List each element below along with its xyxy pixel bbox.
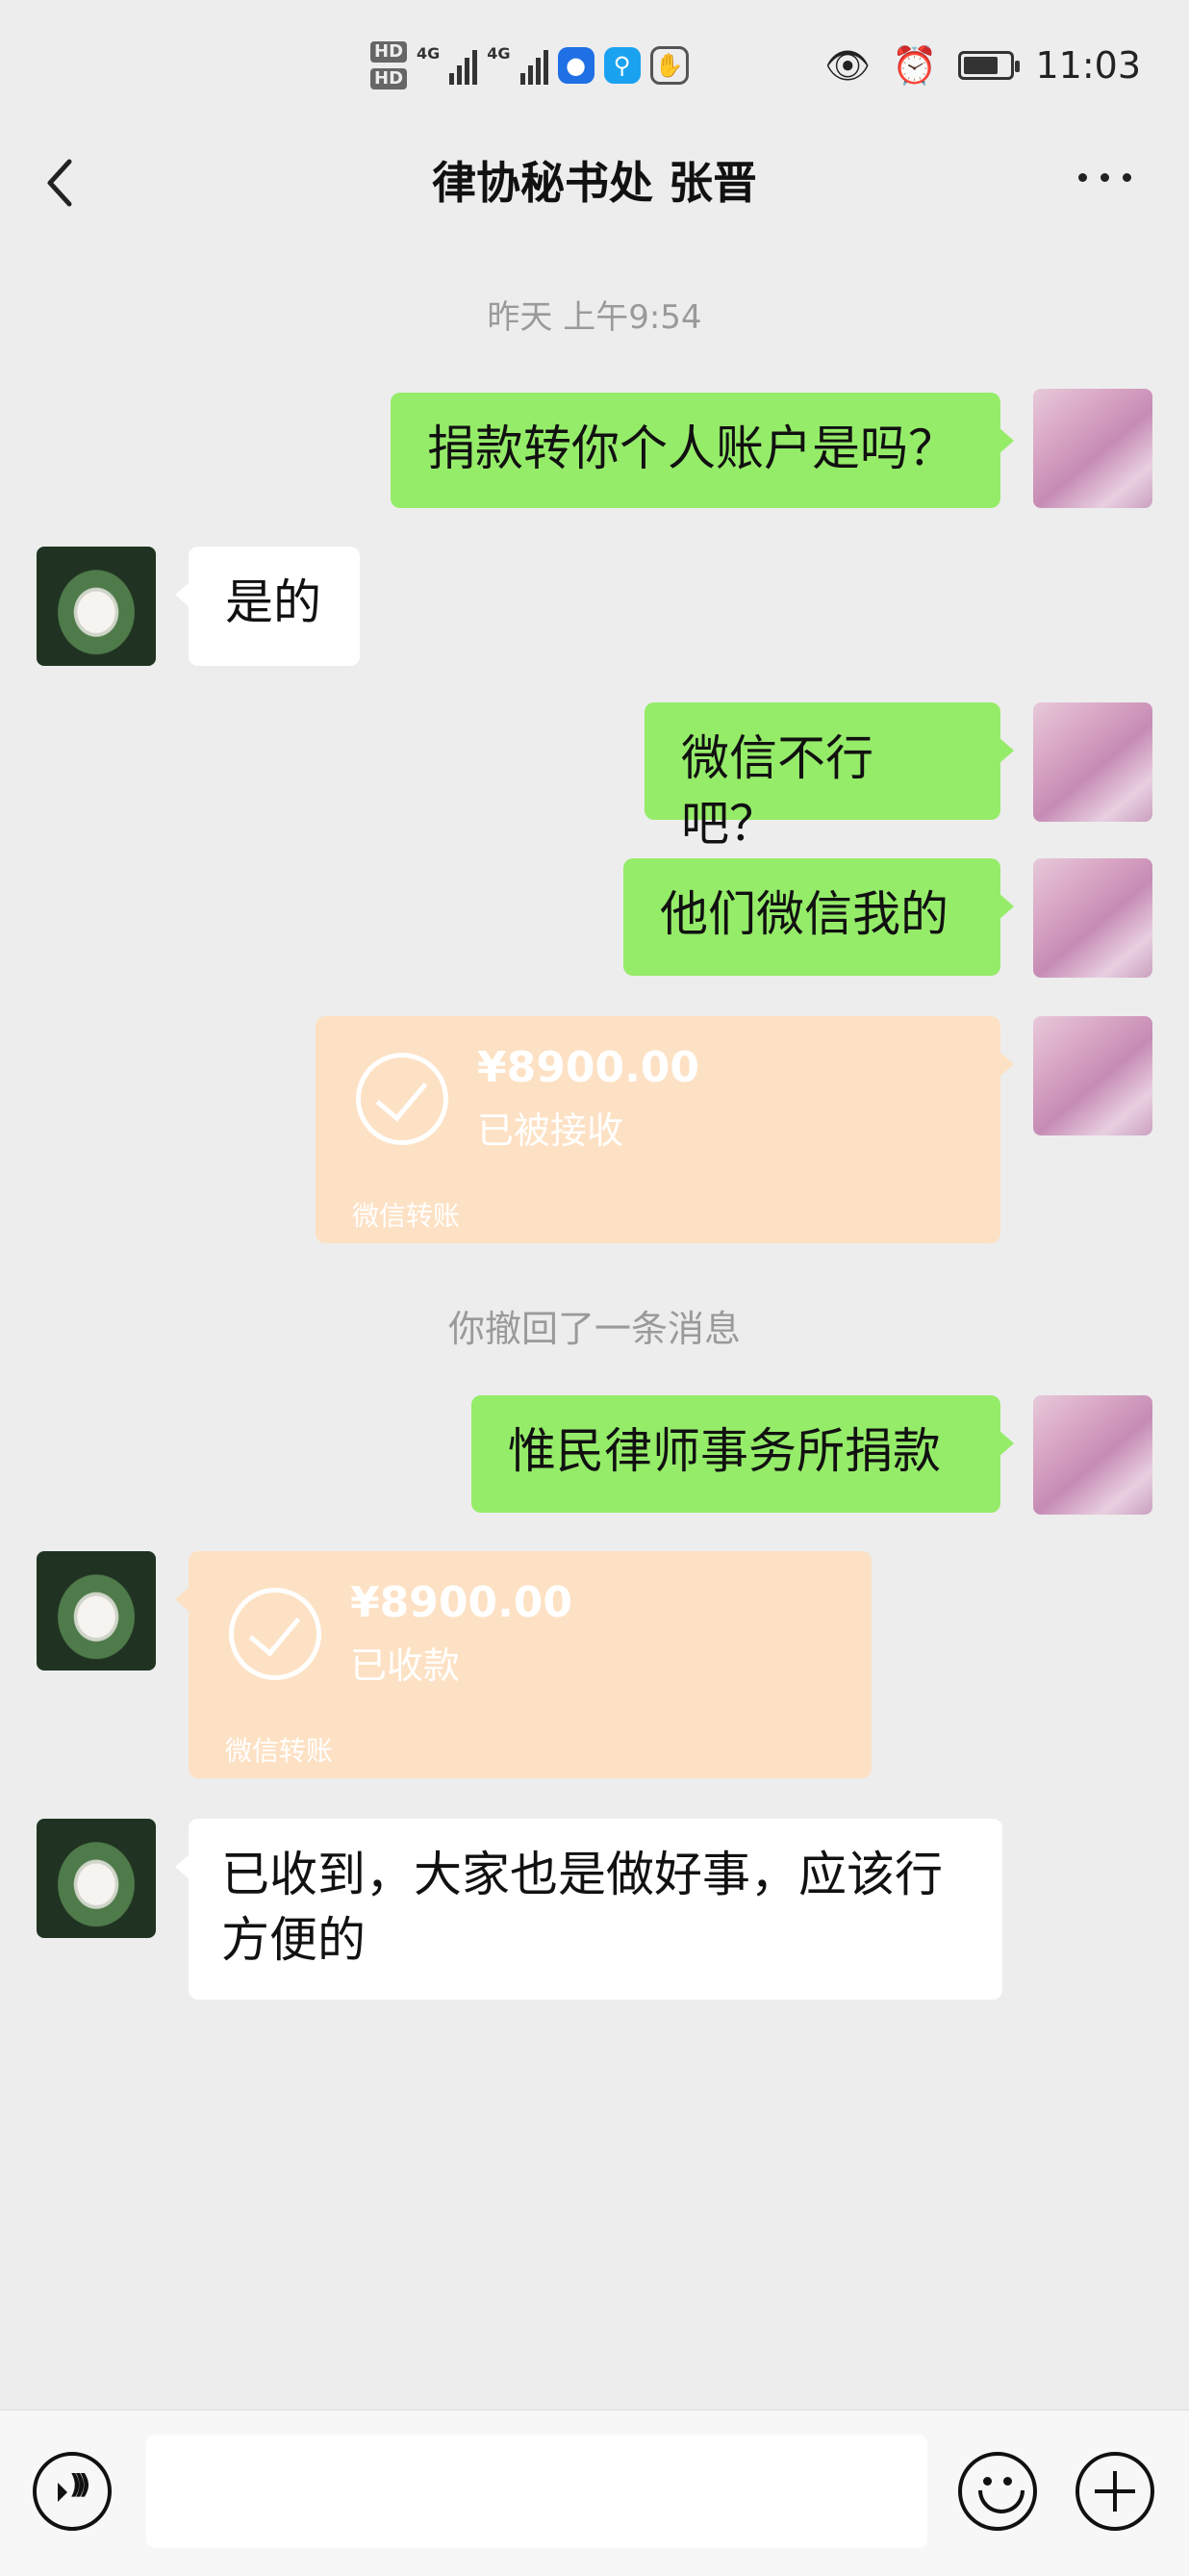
status-left-icons: HD HD 4G 4G ● ⚲ ✋ xyxy=(370,38,689,92)
hd-badges: HD HD xyxy=(370,41,408,89)
alarm-icon: ⏰ xyxy=(892,43,938,87)
status-time: 11:03 xyxy=(1035,44,1141,87)
lightbulb-icon: ● xyxy=(557,47,594,84)
check-circle-icon xyxy=(229,1588,321,1680)
transfer-status: 已收款 xyxy=(350,1645,461,1687)
status-bar: HD HD 4G 4G ● ⚲ ✋ 👁 ⏰ 11:03 xyxy=(0,0,1189,135)
signal-icon-1 xyxy=(449,46,478,85)
message-bubble-outgoing[interactable]: 惟民律师事务所捐款 xyxy=(471,1395,1014,1513)
hd-badge-2: HD xyxy=(370,68,408,89)
transfer-card-outgoing[interactable]: ¥8900.00 已被接收 微信转账 xyxy=(316,1016,1014,1243)
transfer-status: 已被接收 xyxy=(477,1109,624,1152)
hand-icon: ✋ xyxy=(649,46,689,85)
network-type-1: 4G xyxy=(417,44,441,63)
my-avatar[interactable] xyxy=(1033,702,1152,822)
transfer-amount: ¥8900.00 xyxy=(350,1578,573,1627)
more-dots-icon[interactable] xyxy=(1078,173,1131,182)
transfer-source: 微信转账 xyxy=(225,1735,334,1767)
contact-avatar[interactable] xyxy=(37,1819,156,1938)
message-bubble-incoming[interactable]: 已收到，大家也是做好事，应该行方便的 xyxy=(175,1819,1002,2000)
message-bubble-incoming[interactable]: 是的 xyxy=(175,547,360,666)
network-type-2: 4G xyxy=(487,44,511,63)
chat-title: 律协秘书处 张晋 xyxy=(431,157,757,209)
hd-badge-1: HD xyxy=(370,41,408,63)
my-avatar[interactable] xyxy=(1033,858,1152,978)
emoji-icon[interactable] xyxy=(958,2452,1037,2531)
message-input[interactable] xyxy=(146,2435,927,2548)
transfer-amount: ¥8900.00 xyxy=(477,1043,700,1092)
eye-icon: 👁 xyxy=(823,43,872,87)
my-avatar[interactable] xyxy=(1033,1016,1152,1135)
status-right-icons: 👁 ⏰ 11:03 xyxy=(824,38,1141,92)
message-text: 已收到，大家也是做好事，应该行方便的 xyxy=(221,1847,943,1968)
battery-icon xyxy=(958,51,1021,80)
voice-icon[interactable] xyxy=(33,2452,112,2531)
signal-icon-2 xyxy=(519,46,548,85)
contact-avatar[interactable] xyxy=(37,1551,156,1671)
recall-notice: 你撤回了一条消息 xyxy=(447,1308,741,1350)
transfer-source: 微信转账 xyxy=(352,1200,461,1232)
contact-avatar[interactable] xyxy=(37,547,156,666)
my-avatar[interactable] xyxy=(1033,389,1152,508)
search-app-icon: ⚲ xyxy=(603,47,641,84)
message-text: 他们微信我的 xyxy=(660,886,949,942)
message-text: 是的 xyxy=(225,574,321,630)
my-avatar[interactable] xyxy=(1033,1395,1152,1515)
message-timestamp: 昨天 上午9:54 xyxy=(487,298,702,337)
plus-icon[interactable] xyxy=(1075,2452,1154,2531)
message-text: 捐款转你个人账户是吗？ xyxy=(427,421,956,476)
message-bubble-outgoing[interactable]: 他们微信我的 xyxy=(623,858,1014,976)
message-text: 微信不行吧？ xyxy=(681,730,873,852)
message-text: 惟民律师事务所捐款 xyxy=(508,1423,941,1479)
transfer-card-incoming[interactable]: ¥8900.00 已收款 微信转账 xyxy=(175,1551,872,1778)
message-bubble-outgoing[interactable]: 捐款转你个人账户是吗？ xyxy=(391,393,1014,508)
check-circle-icon xyxy=(356,1053,448,1145)
message-bubble-outgoing[interactable]: 微信不行吧？ xyxy=(645,702,1014,852)
